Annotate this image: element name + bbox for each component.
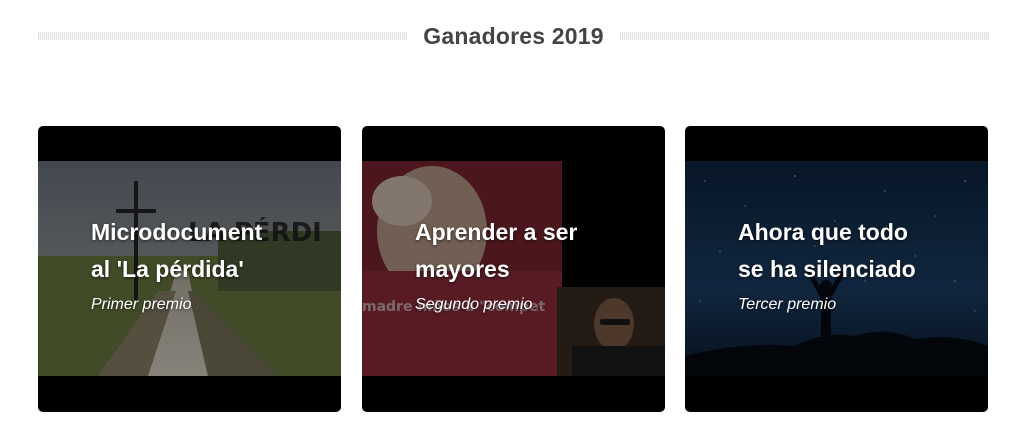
card-text: Aprender a ser mayores Segundo premio [415, 214, 645, 314]
winner-card-third[interactable]: Ahora que todo se ha silenciado Tercer p… [685, 126, 988, 412]
card-subtitle: Tercer premio [738, 296, 837, 313]
right-divider [619, 32, 990, 40]
card-title: Aprender a ser mayores [415, 219, 578, 282]
section-header: Ganadores 2019 [38, 18, 990, 54]
card-text: Ahora que todo se ha silenciado Tercer p… [738, 214, 968, 314]
card-title: Microdocument al 'La pérdida' [91, 219, 263, 282]
card-text: Microdocument al 'La pérdida' Primer pre… [91, 214, 321, 314]
card-title: Ahora que todo se ha silenciado [738, 219, 916, 282]
section-title: Ganadores 2019 [423, 22, 604, 49]
winners-grid: LA PÉRDI Microdocument al 'La pérdida' P… [38, 126, 989, 412]
winner-card-second[interactable]: madre niños a "compet Aprender a ser may… [362, 126, 665, 412]
card-subtitle: Segundo premio [415, 296, 533, 313]
card-subtitle: Primer premio [91, 296, 192, 313]
winner-card-first[interactable]: LA PÉRDI Microdocument al 'La pérdida' P… [38, 126, 341, 412]
left-divider [38, 32, 408, 40]
